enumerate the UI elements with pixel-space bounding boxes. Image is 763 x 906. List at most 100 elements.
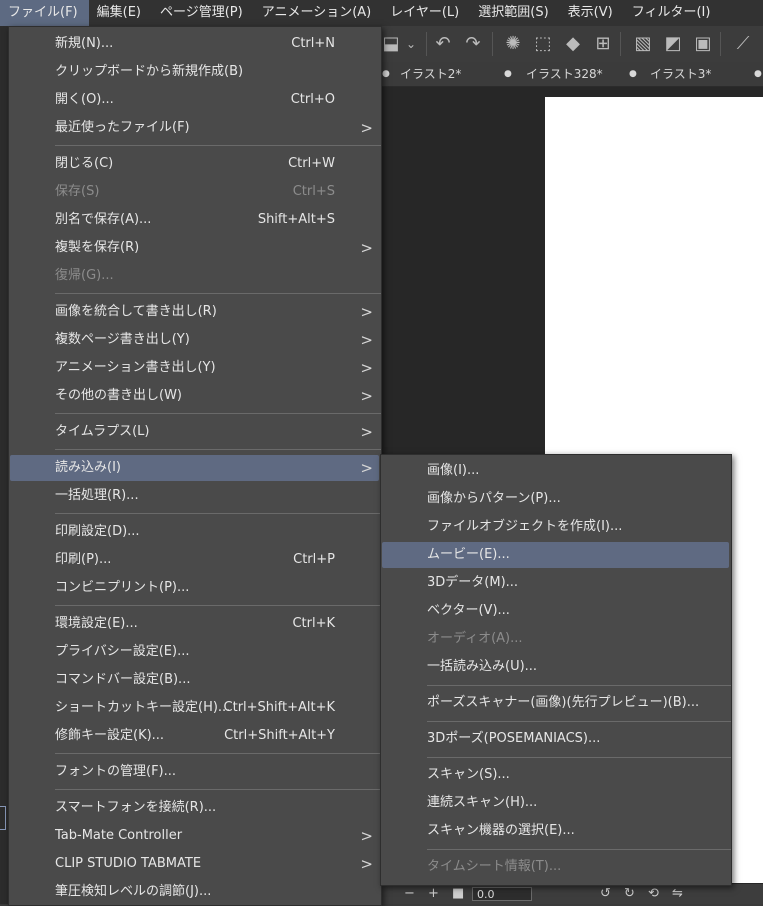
menu-item-label: コマンドバー設定(B)... <box>55 672 191 687</box>
chevron-right-icon: > <box>360 359 373 377</box>
menu-item-timelapse[interactable]: タイムラプス(L) > <box>9 418 381 446</box>
zoom-in-icon[interactable]: + <box>428 886 439 901</box>
menu-item-privacy-settings[interactable]: プライバシー設定(E)... <box>9 638 381 666</box>
chevron-down-icon[interactable]: ⌄ <box>400 33 422 55</box>
file-menu: 新規(N)... Ctrl+N クリップボードから新規作成(B) 開く(O)..… <box>8 26 382 906</box>
menu-item-export-animation[interactable]: アニメーション書き出し(Y) > <box>9 354 381 382</box>
menu-item-label: 3Dデータ(M)... <box>427 575 519 590</box>
menu-item-recent-files[interactable]: 最近使ったファイル(F) > <box>9 114 381 142</box>
left-panel-strip <box>0 26 8 904</box>
submenu-item-audio[interactable]: オーディオ(A)... <box>381 625 731 653</box>
menu-item-label: 筆圧検知レベルの調節(J)... <box>55 884 212 899</box>
menu-item-pen-pressure[interactable]: 筆圧検知レベルの調節(J)... <box>9 878 381 906</box>
menu-item-label: 画像(I)... <box>427 463 480 478</box>
menu-bar: ファイル(F) 編集(E) ページ管理(P) アニメーション(A) レイヤー(L… <box>0 0 763 26</box>
navigator-bar: − + ■ 0.0 ↺ ↻ ⟲ ⇋ <box>380 884 763 904</box>
reset-rotation-icon[interactable]: ⟲ <box>648 886 659 901</box>
submenu-item-select-scanner[interactable]: スキャン機器の選択(E)... <box>381 817 731 845</box>
tab-illust3[interactable]: イラスト3* <box>650 62 711 86</box>
menu-file[interactable]: ファイル(F) <box>0 0 89 26</box>
menu-item-preferences[interactable]: 環境設定(E)... Ctrl+K <box>9 610 381 638</box>
tab-illust328[interactable]: イラスト328* <box>526 62 603 86</box>
tab-illust2[interactable]: イラスト2* <box>400 62 461 86</box>
tab-modified-dot: ● <box>629 69 637 79</box>
menu-item-import[interactable]: 読み込み(I) > <box>9 454 381 482</box>
menu-item-manage-fonts[interactable]: フォントの管理(F)... <box>9 758 381 786</box>
submenu-item-image[interactable]: 画像(I)... <box>381 457 731 485</box>
menu-item-shortcut: Ctrl+S <box>292 184 335 199</box>
submenu-item-3d-pose-posemaniacs[interactable]: 3Dポーズ(POSEMANIACS)... <box>381 725 731 753</box>
menu-item-command-bar-settings[interactable]: コマンドバー設定(B)... <box>9 666 381 694</box>
redo-icon[interactable]: ↷ <box>462 33 484 55</box>
panel-edge-marker <box>0 806 6 830</box>
selection-border-icon[interactable]: ▣ <box>692 33 714 55</box>
submenu-item-pose-scanner[interactable]: ポーズスキャナー(画像)(先行プレビュー)(B)... <box>381 689 731 717</box>
menu-item-export-multiple-pages[interactable]: 複数ページ書き出し(Y) > <box>9 326 381 354</box>
submenu-item-movie[interactable]: ムービー(E)... <box>381 541 731 569</box>
clear-icon[interactable]: ▧ <box>632 33 654 55</box>
menu-item-tab-mate-controller[interactable]: Tab-Mate Controller > <box>9 822 381 850</box>
menu-item-print[interactable]: 印刷(P)... Ctrl+P <box>9 546 381 574</box>
ruler-icon[interactable]: ⟋ <box>732 33 754 55</box>
menu-selection[interactable]: 選択範囲(S) <box>470 0 559 26</box>
menu-item-close[interactable]: 閉じる(C) Ctrl+W <box>9 150 381 178</box>
submenu-item-scan[interactable]: スキャン(S)... <box>381 761 731 789</box>
tab-modified-dot: ● <box>754 69 762 79</box>
menu-item-label: フォントの管理(F)... <box>55 764 177 779</box>
menu-item-save-duplicate[interactable]: 複製を保存(R) > <box>9 234 381 262</box>
menu-item-label: コンビニプリント(P)... <box>55 580 190 595</box>
save-icon[interactable]: ⬓ <box>380 33 402 55</box>
fill-selection-icon[interactable]: ◩ <box>662 33 684 55</box>
submenu-item-create-file-object[interactable]: ファイルオブジェクトを作成(I)... <box>381 513 731 541</box>
menu-item-label: 印刷設定(D)... <box>55 524 140 539</box>
menu-item-new-from-clipboard[interactable]: クリップボードから新規作成(B) <box>9 58 381 86</box>
menu-animation[interactable]: アニメーション(A) <box>254 0 383 26</box>
menu-item-modifier-key-settings[interactable]: 修飾キー設定(K)... Ctrl+Shift+Alt+Y <box>9 722 381 750</box>
menu-item-new[interactable]: 新規(N)... Ctrl+N <box>9 30 381 58</box>
submenu-item-pattern-from-image[interactable]: 画像からパターン(P)... <box>381 485 731 513</box>
select-area-icon[interactable]: ⬚ <box>532 33 554 55</box>
menu-item-shortcut-settings[interactable]: ショートカットキー設定(H)... Ctrl+Shift+Alt+K <box>9 694 381 722</box>
menu-item-label: 画像からパターン(P)... <box>427 491 561 506</box>
submenu-item-continuous-scan[interactable]: 連続スキャン(H)... <box>381 789 731 817</box>
loading-icon[interactable]: ✺ <box>502 33 524 55</box>
menu-item-label: スキャン(S)... <box>427 767 510 782</box>
menu-item-label: タイムシート情報(T)... <box>427 859 562 874</box>
menu-item-print-settings[interactable]: 印刷設定(D)... <box>9 518 381 546</box>
stop-icon[interactable]: ■ <box>452 886 464 901</box>
submenu-item-3d-data[interactable]: 3Dデータ(M)... <box>381 569 731 597</box>
menu-page-management[interactable]: ページ管理(P) <box>152 0 254 26</box>
rotate-right-icon[interactable]: ↻ <box>624 886 635 901</box>
menu-separator <box>427 721 731 722</box>
menu-item-label: ポーズスキャナー(画像)(先行プレビュー)(B)... <box>427 695 700 710</box>
menu-item-label: 復帰(G)... <box>55 268 114 283</box>
flip-icon[interactable]: ⇋ <box>672 886 683 901</box>
transform-icon[interactable]: ⊞ <box>592 33 614 55</box>
menu-item-open[interactable]: 開く(O)... Ctrl+O <box>9 86 381 114</box>
tab-modified-dot: ● <box>382 69 390 79</box>
canvas-tab-bar: ● イラスト2* ● イラスト328* ● イラスト3* ● <box>380 62 763 87</box>
zoom-out-icon[interactable]: − <box>404 886 415 901</box>
menu-item-export-other[interactable]: その他の書き出し(W) > <box>9 382 381 410</box>
fill-icon[interactable]: ◆ <box>562 33 584 55</box>
submenu-item-vector[interactable]: ベクター(V)... <box>381 597 731 625</box>
submenu-item-timesheet-info[interactable]: タイムシート情報(T)... <box>381 853 731 881</box>
menu-item-export-single[interactable]: 画像を統合して書き出し(R) > <box>9 298 381 326</box>
zoom-field[interactable]: 0.0 <box>472 887 532 901</box>
undo-icon[interactable]: ↶ <box>432 33 454 55</box>
tab-modified-dot: ● <box>504 69 512 79</box>
menu-item-convenience-print[interactable]: コンビニプリント(P)... <box>9 574 381 602</box>
rotate-left-icon[interactable]: ↺ <box>600 886 611 901</box>
menu-item-connect-smartphone[interactable]: スマートフォンを接続(R)... <box>9 794 381 822</box>
menu-layer[interactable]: レイヤー(L) <box>382 0 470 26</box>
menu-filter[interactable]: フィルター(I) <box>624 0 722 26</box>
menu-item-revert[interactable]: 復帰(G)... <box>9 262 381 290</box>
menu-item-batch-process[interactable]: 一括処理(R)... <box>9 482 381 510</box>
submenu-item-batch-import[interactable]: 一括読み込み(U)... <box>381 653 731 681</box>
menu-item-save[interactable]: 保存(S) Ctrl+S <box>9 178 381 206</box>
toolbar-divider <box>426 32 427 56</box>
menu-item-clip-studio-tabmate[interactable]: CLIP STUDIO TABMATE > <box>9 850 381 878</box>
menu-view[interactable]: 表示(V) <box>560 0 624 26</box>
menu-edit[interactable]: 編集(E) <box>89 0 152 26</box>
menu-item-save-as[interactable]: 別名で保存(A)... Shift+Alt+S <box>9 206 381 234</box>
